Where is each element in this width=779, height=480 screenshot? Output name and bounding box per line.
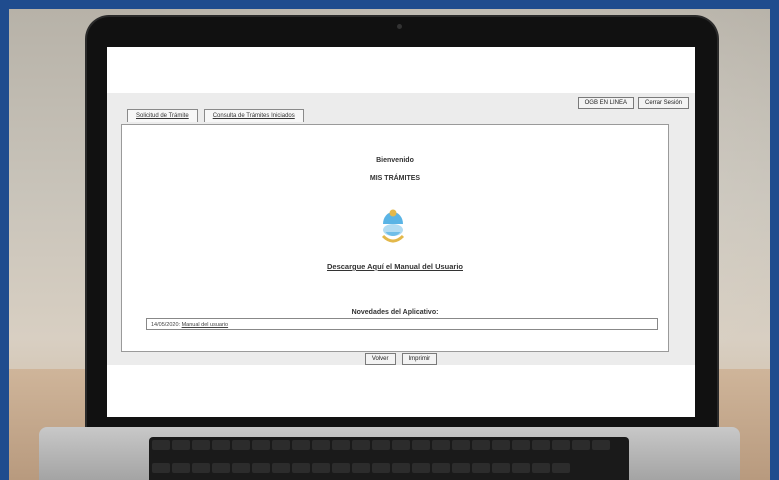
print-button[interactable]: Imprimir — [401, 353, 438, 365]
tab-consulta-tramites[interactable]: Consulta de Trámites Iniciados — [203, 109, 304, 122]
tab-solicitud-tramite[interactable]: Solicitud de Trámite — [127, 109, 198, 122]
bottom-button-group: Volver Imprimir — [107, 353, 695, 365]
download-manual-link[interactable]: Descargue Aquí el Manual del Usuario — [122, 262, 668, 271]
news-list: 14/05/2020: Manual del usuario — [146, 318, 658, 330]
logout-button[interactable]: Cerrar Sesión — [637, 97, 689, 109]
keyboard — [149, 437, 629, 480]
provincial-coat-of-arms-icon — [381, 209, 405, 243]
photo-frame: OGB EN LINEA Cerrar Sesión Solicitud de … — [9, 9, 770, 480]
welcome-heading: Bienvenido — [376, 157, 414, 164]
news-title: Novedades del Aplicativo: — [351, 309, 439, 316]
news-manual-link[interactable]: Manual del usuario — [182, 322, 228, 328]
web-app: OGB EN LINEA Cerrar Sesión Solicitud de … — [107, 93, 695, 365]
app-title: MIS TRÁMITES — [369, 175, 421, 182]
ogb-online-button[interactable]: OGB EN LINEA — [577, 97, 634, 109]
laptop-base — [39, 427, 740, 480]
news-date: 14/05/2020: — [151, 322, 181, 328]
top-button-group: OGB EN LINEA Cerrar Sesión — [577, 97, 689, 109]
laptop-screen: OGB EN LINEA Cerrar Sesión Solicitud de … — [107, 47, 695, 417]
main-panel: Bienvenido MIS TRÁMITES Descargue Aquí e… — [121, 124, 669, 352]
webcam-icon — [397, 24, 402, 29]
back-button[interactable]: Volver — [364, 353, 396, 365]
tab-bar: Solicitud de Trámite Consulta de Trámite… — [127, 109, 304, 122]
